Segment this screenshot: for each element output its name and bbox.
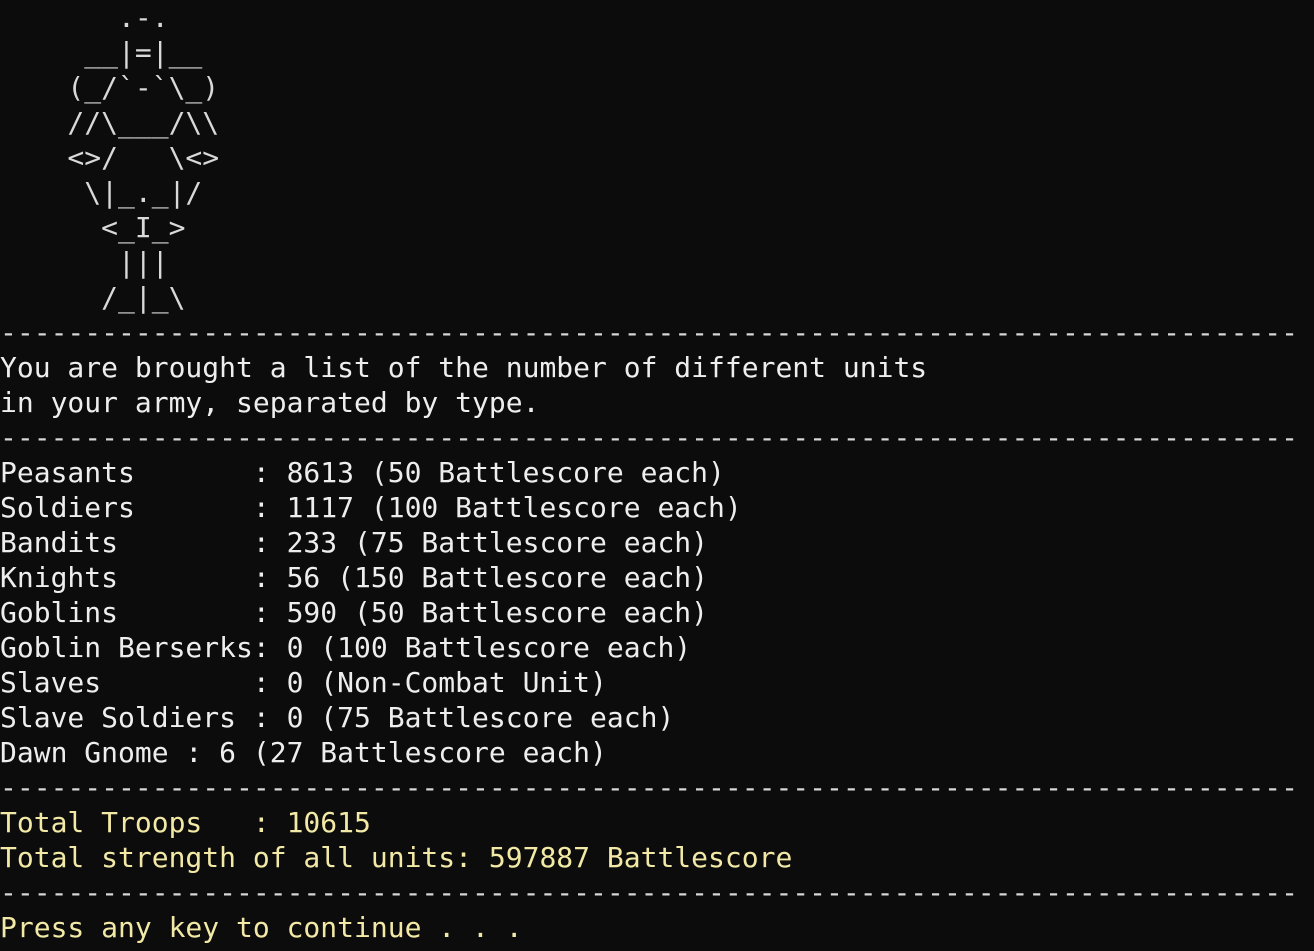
divider-line: ----------------------------------------… <box>0 771 1299 804</box>
divider-line: ----------------------------------------… <box>0 316 1299 349</box>
divider-line: ----------------------------------------… <box>0 421 1299 454</box>
unit-row-knights: Knights : 56 (150 Battlescore each) <box>0 561 709 594</box>
intro-line: in your army, separated by type. <box>0 386 540 419</box>
unit-row-slave-soldiers: Slave Soldiers : 0 (75 Battlescore each) <box>0 701 675 734</box>
knight-ascii-art: .-. __|=|__ (_/`-`\_) //\___/\\ <>/ \<> … <box>0 0 1314 315</box>
ascii-art-line: __|=|__ <box>0 36 203 69</box>
console-window[interactable]: .-. __|=|__ (_/`-`\_) //\___/\\ <>/ \<> … <box>0 0 1314 951</box>
ascii-art-line: //\___/\\ <box>0 106 220 139</box>
ascii-art-line: (_/`-`\_) <box>0 71 220 104</box>
totals-block: Total Troops : 10615 Total strength of a… <box>0 805 1314 875</box>
ascii-art-line: <>/ \<> <box>0 141 220 174</box>
divider-line: ----------------------------------------… <box>0 876 1299 909</box>
unit-row-bandits: Bandits : 233 (75 Battlescore each) <box>0 526 709 559</box>
unit-row-dawn-gnome: Dawn Gnome : 6 (27 Battlescore each) <box>0 736 607 769</box>
unit-row-goblin-berserks: Goblin Berserks: 0 (100 Battlescore each… <box>0 631 692 664</box>
total-troops: Total Troops : 10615 <box>0 806 371 839</box>
intro-line: You are brought a list of the number of … <box>0 351 928 384</box>
ascii-art-line: .-. <box>0 1 169 34</box>
ascii-art-line: ||| <box>0 246 169 279</box>
intro-text: You are brought a list of the number of … <box>0 350 1314 420</box>
unit-row-peasants: Peasants : 8613 (50 Battlescore each) <box>0 456 725 489</box>
ascii-art-line: \|_._|/ <box>0 176 203 209</box>
unit-row-soldiers: Soldiers : 1117 (100 Battlescore each) <box>0 491 742 524</box>
unit-row-slaves: Slaves : 0 (Non-Combat Unit) <box>0 666 607 699</box>
unit-row-goblins: Goblins : 590 (50 Battlescore each) <box>0 596 709 629</box>
continue-prompt[interactable]: Press any key to continue . . . <box>0 910 1314 945</box>
ascii-art-line: /_|_\ <box>0 281 186 314</box>
ascii-art-line: <_I_> <box>0 211 186 244</box>
unit-list: Peasants : 8613 (50 Battlescore each) So… <box>0 455 1314 770</box>
total-strength: Total strength of all units: 597887 Batt… <box>0 841 793 874</box>
